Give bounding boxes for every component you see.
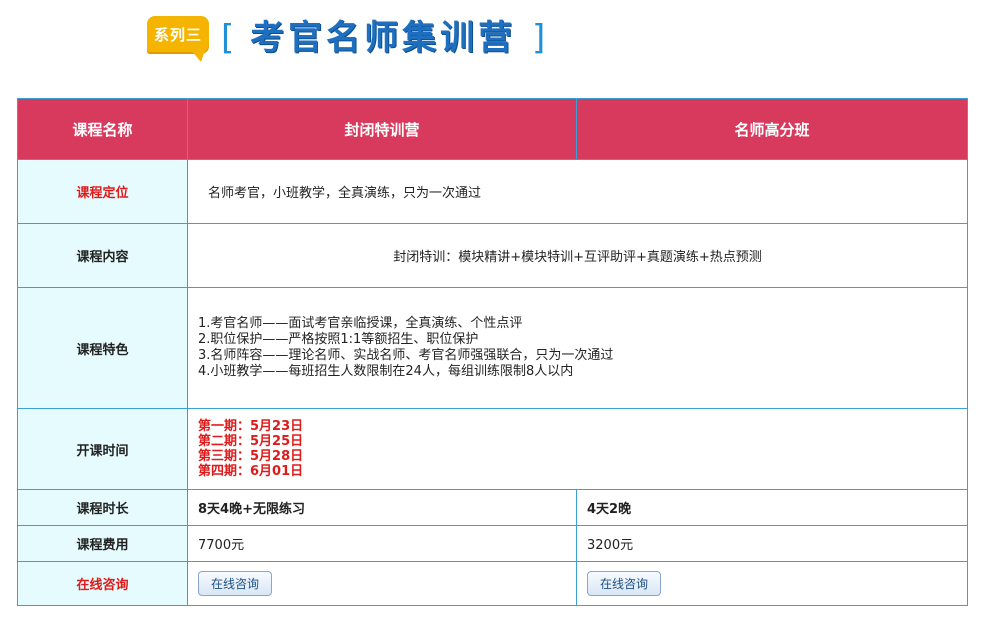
row-label-schedule: 开课时间 — [17, 408, 188, 490]
schedule-line: 第二期：5月25日 — [198, 434, 304, 449]
duration-closed-camp: 8天4晚+无限练习 — [187, 489, 577, 526]
row-label-content: 课程内容 — [17, 223, 188, 288]
consult-cell-closed-camp: 在线咨询 — [187, 561, 577, 606]
column-header-high-score-class: 名师高分班 — [576, 98, 968, 160]
positioning-value: 名师考官，小班教学，全真演练，只为一次通过 — [187, 159, 968, 224]
schedule-line: 第三期：5月28日 — [198, 449, 304, 464]
feature-line: 1.考官名师——面试考官亲临授课，全真演练、个性点评 — [198, 316, 523, 331]
row-label-positioning: 课程定位 — [17, 159, 188, 224]
page-title: [ 考官名师集训营 ] — [221, 16, 545, 60]
schedule-value: 第一期：5月23日 第二期：5月25日 第三期：5月28日 第四期：6月01日 — [187, 408, 968, 490]
title-text: 考官名师集训营 — [250, 18, 517, 58]
title-bracket-right: ] — [531, 18, 546, 58]
row-label-fee: 课程费用 — [17, 525, 188, 562]
schedule-line: 第四期：6月01日 — [198, 464, 304, 479]
consult-button-high-score-class[interactable]: 在线咨询 — [587, 571, 662, 596]
feature-line: 3.名师阵容——理论名师、实战名师、考官名师强强联合，只为一次通过 — [198, 348, 614, 363]
table-row-content: 课程内容 封闭特训：模块精讲+模块特训+互评助评+真题演练+热点预测 — [17, 223, 968, 288]
series-badge-text: 系列三 — [153, 26, 202, 44]
page-header: 系列三 [ 考官名师集训营 ] — [147, 14, 647, 64]
title-bracket-left: [ — [221, 18, 235, 58]
feature-line: 2.职位保护——严格按照1:1等额招生、职位保护 — [198, 332, 479, 347]
column-header-closed-camp: 封闭特训营 — [187, 98, 577, 160]
table-row-positioning: 课程定位 名师考官，小班教学，全真演练，只为一次通过 — [17, 159, 968, 224]
row-label-features: 课程特色 — [17, 287, 188, 409]
content-value: 封闭特训：模块精讲+模块特训+互评助评+真题演练+热点预测 — [187, 223, 968, 288]
series-badge: 系列三 — [147, 16, 209, 54]
row-label-duration: 课程时长 — [17, 489, 188, 526]
consult-button-closed-camp[interactable]: 在线咨询 — [198, 571, 273, 596]
features-value: 1.考官名师——面试考官亲临授课，全真演练、个性点评 2.职位保护——严格按照1… — [187, 287, 968, 409]
speech-bubble-tail-icon — [191, 50, 205, 62]
table-row-duration: 课程时长 8天4晚+无限练习 4天2晚 — [17, 489, 968, 526]
fee-high-score-class: 3200元 — [576, 525, 968, 562]
course-table: 课程名称 封闭特训营 名师高分班 课程定位 名师考官，小班教学，全真演练，只为一… — [17, 98, 968, 606]
table-header-row: 课程名称 封闭特训营 名师高分班 — [17, 98, 968, 160]
schedule-line: 第一期：5月23日 — [198, 419, 304, 434]
table-row-features: 课程特色 1.考官名师——面试考官亲临授课，全真演练、个性点评 2.职位保护——… — [17, 287, 968, 409]
row-label-consult: 在线咨询 — [17, 561, 188, 606]
table-row-consult: 在线咨询 在线咨询 在线咨询 — [17, 561, 968, 606]
feature-line: 4.小班教学——每班招生人数限制在24人，每组训练限制8人以内 — [198, 364, 574, 379]
consult-cell-high-score-class: 在线咨询 — [576, 561, 968, 606]
fee-closed-camp: 7700元 — [187, 525, 577, 562]
column-header-course-name: 课程名称 — [17, 98, 188, 160]
duration-high-score-class: 4天2晚 — [576, 489, 968, 526]
table-row-fee: 课程费用 7700元 3200元 — [17, 525, 968, 562]
table-row-schedule: 开课时间 第一期：5月23日 第二期：5月25日 第三期：5月28日 第四期：6… — [17, 408, 968, 490]
